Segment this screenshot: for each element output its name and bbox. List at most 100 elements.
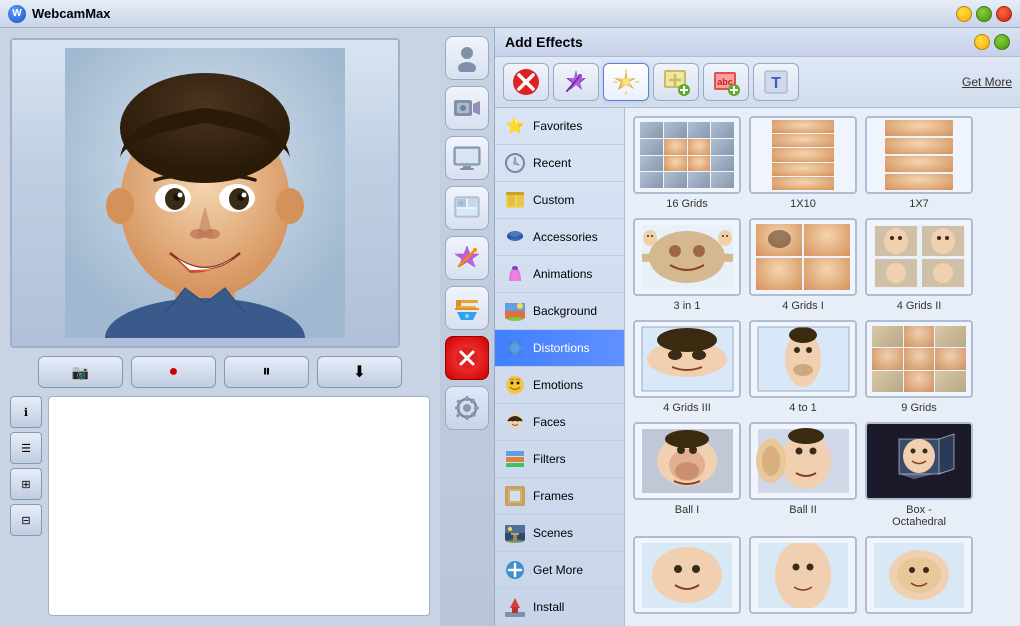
tools-button[interactable] — [445, 286, 489, 330]
emotions-label: Emotions — [533, 378, 583, 392]
effects-grid-area: 16 Grids 1X10 — [625, 108, 1020, 626]
person-tool-button[interactable] — [445, 36, 489, 80]
category-custom[interactable]: Custom — [495, 182, 624, 219]
effect-extra3[interactable] — [865, 536, 973, 618]
snapshot-icon: 📷 — [72, 364, 89, 381]
effect-4grids3-img[interactable] — [633, 320, 741, 398]
faces-label: Faces — [533, 415, 566, 429]
add1-effect-button[interactable] — [653, 63, 699, 101]
get-more-link[interactable]: Get More — [962, 75, 1012, 89]
effect-extra1-img[interactable] — [633, 536, 741, 614]
effect-ball2-img[interactable] — [749, 422, 857, 500]
category-faces[interactable]: Faces — [495, 404, 624, 441]
video-tool-button[interactable] — [445, 86, 489, 130]
record-button[interactable]: ● — [131, 356, 216, 388]
add2-effect-button[interactable]: abc — [703, 63, 749, 101]
effect-extra1[interactable] — [633, 536, 741, 618]
effect-1x7-label: 1X7 — [909, 198, 929, 210]
magic-effect-button[interactable] — [553, 63, 599, 101]
download-button[interactable]: ⬇ — [317, 356, 402, 388]
effects-minimize[interactable] — [974, 34, 990, 50]
category-getmore[interactable]: Get More — [495, 552, 624, 589]
settings-icon — [454, 395, 480, 421]
effects-toolbar: abc T Get More — [495, 57, 1020, 108]
pause-button[interactable]: ⏸ — [224, 356, 309, 388]
category-scenes[interactable]: Scenes — [495, 515, 624, 552]
category-background[interactable]: Background — [495, 293, 624, 330]
effect-ball2[interactable]: Ball II — [749, 422, 857, 528]
effect-extra2-img[interactable] — [749, 536, 857, 614]
effect-1x10-img[interactable] — [749, 116, 857, 194]
effect-4to1[interactable]: 4 to 1 — [749, 320, 857, 414]
box-svg — [874, 429, 964, 494]
effect-3in1[interactable]: 3 in 1 — [633, 218, 741, 312]
close-red-icon — [455, 346, 479, 370]
effects-maximize[interactable] — [994, 34, 1010, 50]
category-install[interactable]: Install — [495, 589, 624, 626]
getmore-icon — [503, 558, 527, 582]
install-icon — [503, 595, 527, 619]
category-filters[interactable]: Filters — [495, 441, 624, 478]
effect-1x10[interactable]: 1X10 — [749, 116, 857, 210]
filters-label: Filters — [533, 452, 566, 466]
effect-4to1-img[interactable] — [749, 320, 857, 398]
background-icon — [503, 299, 527, 323]
frames-label: Frames — [533, 489, 574, 503]
effect-4grids3[interactable]: 4 Grids III — [633, 320, 741, 414]
minimize-button[interactable] — [956, 6, 972, 22]
effect-9grids[interactable]: 9 Grids — [865, 320, 973, 414]
effect-ball1-img[interactable] — [633, 422, 741, 500]
collapse-button[interactable]: ⊟ — [10, 504, 42, 536]
person-tool-icon — [453, 44, 481, 72]
category-accessories[interactable]: Accessories — [495, 219, 624, 256]
app-title-section: W WebcamMax — [8, 5, 111, 23]
left-panel: 📷 ● ⏸ ⬇ ℹ ☰ ⊞ ⊟ — [0, 28, 440, 626]
screen-tool-button[interactable] — [445, 136, 489, 180]
distortions-icon — [503, 336, 527, 360]
effect-16grids[interactable]: 16 Grids — [633, 116, 741, 210]
settings-button[interactable] — [445, 386, 489, 430]
effect-3in1-label: 3 in 1 — [674, 300, 701, 312]
effect-3in1-img[interactable] — [633, 218, 741, 296]
close-button[interactable] — [996, 6, 1012, 22]
background-label: Background — [533, 304, 597, 318]
effects-active-button[interactable] — [603, 63, 649, 101]
list-button[interactable]: ☰ — [10, 432, 42, 464]
effect-4grids1-img[interactable] — [749, 218, 857, 296]
4grids2-svg — [872, 223, 967, 291]
effect-1x7[interactable]: 1X7 — [865, 116, 973, 210]
effect-16grids-img[interactable] — [633, 116, 741, 194]
effect-4grids2-img[interactable] — [865, 218, 973, 296]
category-distortions[interactable]: Distortions — [495, 330, 624, 367]
face-svg — [65, 48, 345, 338]
face-preview — [12, 40, 398, 346]
effect-4grids2[interactable]: 4 Grids II — [865, 218, 973, 312]
magic-tool-button[interactable] — [445, 236, 489, 280]
info-button[interactable]: ℹ — [10, 396, 42, 428]
close-tool-button[interactable] — [445, 336, 489, 380]
image-tool-button[interactable] — [445, 186, 489, 230]
grid-view-button[interactable]: ⊞ — [10, 468, 42, 500]
category-emotions[interactable]: Emotions — [495, 367, 624, 404]
category-frames[interactable]: Frames — [495, 478, 624, 515]
category-recent[interactable]: Recent — [495, 145, 624, 182]
app-title: WebcamMax — [32, 6, 111, 21]
effect-1x7-img[interactable] — [865, 116, 973, 194]
effects-body: ⭐ Favorites Recent Custom — [495, 108, 1020, 626]
remove-effect-button[interactable] — [503, 63, 549, 101]
maximize-button[interactable] — [976, 6, 992, 22]
category-favorites[interactable]: ⭐ Favorites — [495, 108, 624, 145]
effect-4grids1[interactable]: 4 Grids I — [749, 218, 857, 312]
getmore-label: Get More — [533, 563, 583, 577]
category-animations[interactable]: Animations — [495, 256, 624, 293]
effect-extra3-img[interactable] — [865, 536, 973, 614]
effect-box-img[interactable] — [865, 422, 973, 500]
faces-icon — [503, 410, 527, 434]
effect-box[interactable]: Box - Octahedral — [865, 422, 973, 528]
effect-extra2[interactable] — [749, 536, 857, 618]
effect-ball1[interactable]: Ball I — [633, 422, 741, 528]
effect-9grids-img[interactable] — [865, 320, 973, 398]
snapshot-button[interactable]: 📷 — [38, 356, 123, 388]
text-effect-button[interactable]: T — [753, 63, 799, 101]
recent-icon — [503, 151, 527, 175]
